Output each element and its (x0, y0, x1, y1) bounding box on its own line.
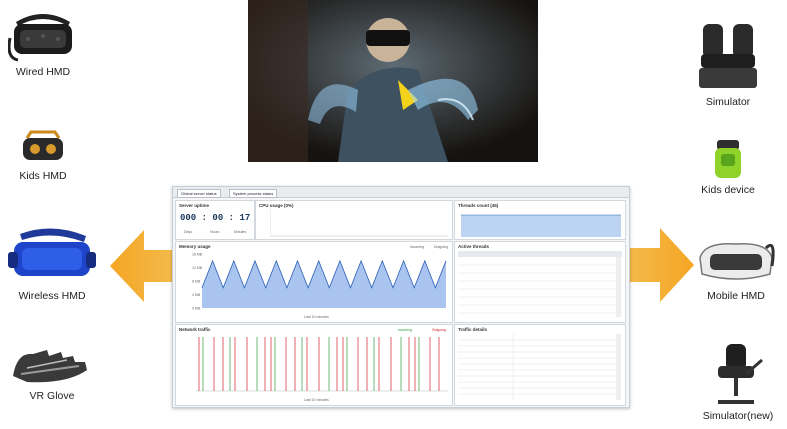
memory-legend-outgoing: Outgoing (433, 245, 448, 249)
device-wireless-hmd: Wireless HMD (4, 228, 100, 302)
device-simulator-new: Simulator(new) (690, 340, 786, 422)
wired-hmd-icon (8, 14, 72, 62)
network-legend-outgoing: Outgoing (431, 328, 446, 332)
vr-user-illustration (248, 0, 538, 162)
memory-ytick-label: 12 MB (192, 266, 203, 270)
server-uptime-title: Server uptime (179, 203, 210, 208)
uptime-days: 000 (180, 213, 197, 223)
traffic-details-panel: Traffic details (454, 324, 626, 406)
left-arrow (110, 230, 172, 302)
kids-hmd-label: Kids HMD (19, 170, 67, 182)
memory-ytick-label: 16 MB (192, 253, 203, 257)
device-simulator: Simulator (688, 20, 768, 108)
uptime-label-minutes: Minutes (234, 230, 247, 234)
device-mobile-hmd: Mobile HMD (692, 238, 780, 302)
memory-usage-panel: Memory usage Incoming Outgoing 16 MB 12 M… (175, 241, 453, 323)
network-traffic-chart (196, 337, 448, 392)
vr-glove-label: VR Glove (29, 390, 75, 402)
uptime-sep: : (201, 213, 208, 223)
kids-device-label: Kids device (701, 184, 755, 196)
wireless-hmd-icon (8, 228, 96, 276)
tab-global-server-status[interactable]: Global server status (177, 189, 221, 198)
network-traffic-title: Network traffic (179, 327, 211, 332)
kids-device-icon (715, 140, 741, 178)
simulator-icon (699, 24, 757, 88)
uptime-minutes: 17 (239, 213, 251, 223)
uptime-label-days: Days (184, 230, 192, 234)
cpu-usage-panel: CPU usage (0%) (255, 200, 453, 240)
wired-hmd-label: Wired HMD (15, 66, 71, 78)
memory-xlabel: Last 10 minutes (304, 315, 329, 319)
vr-glove-icon (13, 350, 87, 383)
network-xlabel: Last 10 minutes (304, 398, 329, 402)
right-arrow (630, 228, 694, 302)
simulator-new-label: Simulator(new) (702, 410, 774, 422)
simulator-label: Simulator (705, 96, 751, 108)
kids-hmd-icon (23, 130, 63, 160)
uptime-hours: 00 (212, 213, 224, 223)
mobile-hmd-icon (699, 243, 775, 280)
device-vr-glove: VR Glove (4, 346, 100, 402)
memory-legend-incoming: Incoming (409, 245, 424, 249)
threads-count-panel: Threads count (45) (454, 200, 626, 240)
device-kids-device: Kids device (688, 136, 768, 196)
memory-ytick-label: 0 MB (192, 307, 201, 311)
network-traffic-panel: Network traffic Incoming Outgoing Last 1… (175, 324, 453, 406)
cpu-usage-title: CPU usage (0%) (259, 203, 294, 208)
server-uptime-panel: Server uptime 000 : 00 : 17 Days Hours M… (175, 200, 255, 240)
cpu-usage-chart (270, 209, 448, 237)
threads-count-chart (461, 214, 621, 237)
memory-area (202, 260, 446, 308)
uptime-sep: : (228, 213, 235, 223)
memory-usage-title: Memory usage (179, 244, 211, 249)
memory-ytick-label: 4 MB (192, 293, 201, 297)
uptime-clock: 000 : 00 : 17 (180, 213, 250, 223)
device-wired-hmd: Wired HMD (4, 10, 82, 78)
active-threads-table (458, 251, 622, 317)
memory-usage-chart: 16 MB 12 MB 8 MB 4 MB 0 MB (192, 253, 447, 311)
device-kids-hmd: Kids HMD (4, 130, 82, 182)
vr-user-photo (248, 0, 538, 162)
traffic-details-table (458, 334, 621, 400)
active-threads-panel: Active threads (454, 241, 626, 323)
uptime-label-hours: Hours (210, 230, 220, 234)
dashboard-tab-bar: Global server status System process stat… (173, 187, 629, 198)
mobile-hmd-label: Mobile HMD (707, 290, 765, 302)
active-threads-title: Active threads (458, 244, 490, 249)
tab-system-process-status[interactable]: System process status (229, 189, 278, 198)
memory-ytick-label: 8 MB (192, 280, 201, 284)
network-legend-incoming: Incoming (397, 328, 412, 332)
traffic-details-title: Traffic details (458, 327, 488, 332)
wireless-hmd-label: Wireless HMD (18, 290, 86, 302)
simulator-new-icon (718, 344, 763, 404)
server-dashboard: Global server status System process stat… (172, 186, 630, 408)
threads-count-title: Threads count (45) (458, 203, 499, 208)
